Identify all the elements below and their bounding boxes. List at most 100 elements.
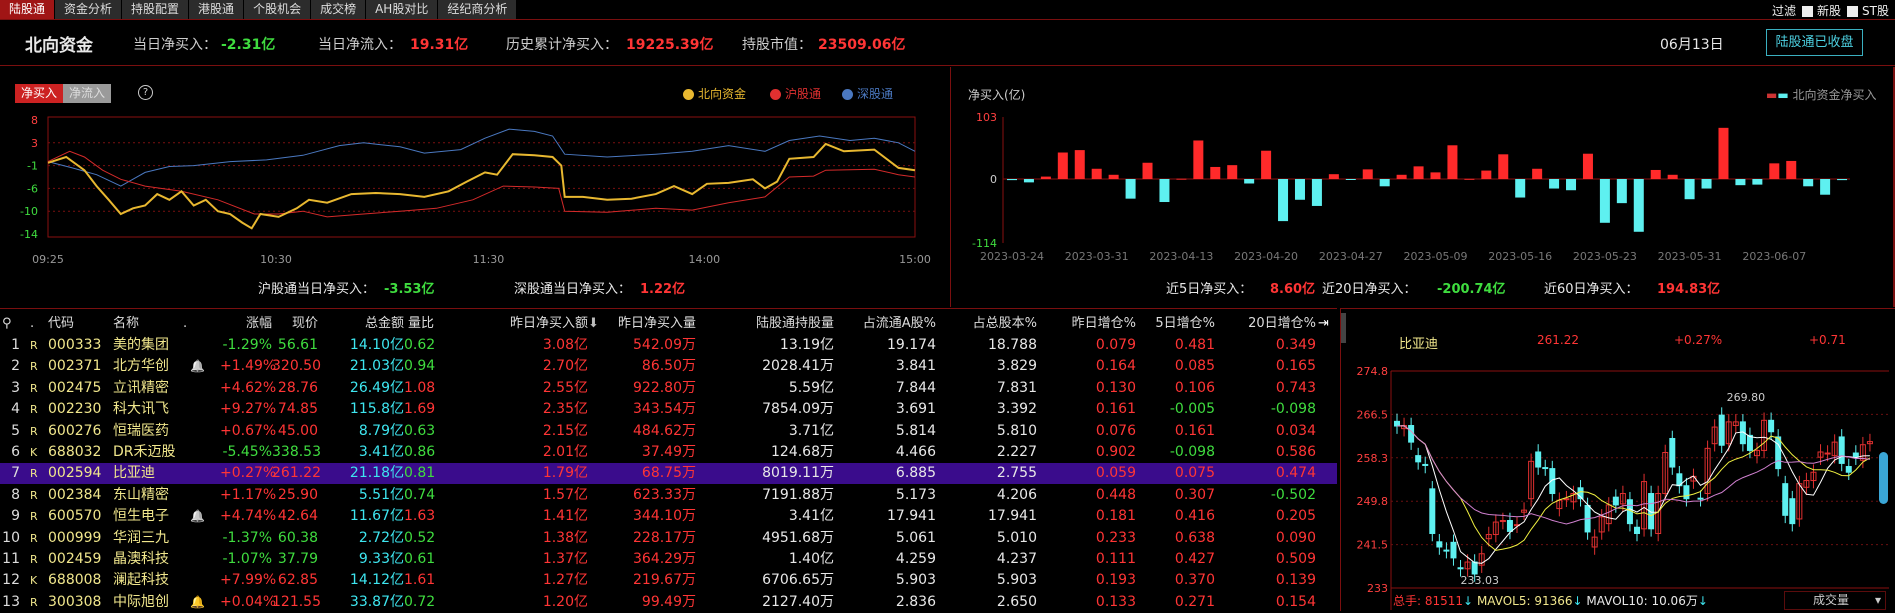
table-row[interactable]: 13 R 300308 中际旭创 +0.04% 121.55 33.87亿 0.72 1.20亿… [0, 592, 1337, 613]
tab-4[interactable]: 个股机会 [244, 0, 312, 19]
cell-pt: 18.788 [988, 337, 1037, 353]
n20-label: 近20日净买入： [1322, 282, 1417, 297]
table-row[interactable]: 3 R 002475 立讯精密 +4.62% 28.76 26.49亿 1.08 2.55亿 92… [0, 378, 1337, 399]
cell-hold: 8019.11万 [762, 465, 834, 482]
bell-icon[interactable]: 🔔 [190, 356, 206, 377]
market-closed-button[interactable]: 陆股通已收盘 [1766, 29, 1863, 56]
x-tick-label: 11:30 [473, 253, 505, 266]
candle-body [1443, 549, 1450, 552]
new-stock-checkbox[interactable]: 新股 [1802, 2, 1841, 19]
cell-pt: 4.237 [996, 551, 1037, 567]
bar [1820, 179, 1831, 195]
cell-price: 25.90 [277, 486, 318, 503]
bell-icon[interactable]: 🔔 [190, 506, 206, 527]
column-header-vr[interactable]: 量比 [404, 313, 434, 334]
net-inflow-value: 19.31亿 [410, 37, 469, 53]
column-header-price[interactable]: 现价 [272, 313, 318, 334]
cell-vr: 0.72 [404, 593, 436, 610]
sh-net-buy-label: 沪股通当日净买入： [258, 282, 376, 297]
bar [1769, 163, 1780, 179]
tab-7[interactable]: 经纪商分析 [438, 0, 518, 19]
cell-idx: 3 [11, 379, 20, 396]
tab-1[interactable]: 资金分析 [55, 0, 123, 19]
cell-name: 中际旭创 [113, 593, 169, 610]
indicator-dropdown[interactable]: 成交量 ▾ [1784, 591, 1886, 610]
st-stock-checkbox[interactable]: ST股 [1847, 2, 1889, 19]
cell-tag: R [30, 467, 38, 481]
cell-pf: 5.173 [895, 486, 936, 503]
y-tick-label: 241.5 [1357, 539, 1389, 552]
candle-body [1683, 485, 1690, 500]
bar [1701, 179, 1712, 189]
cell-chg: +1.17% [220, 486, 277, 503]
column-header-pt[interactable]: 占总股本% [940, 313, 1037, 334]
column-header-nbv[interactable]: 昨日净买入量 [590, 313, 696, 334]
column-header-code[interactable]: 代码 [48, 313, 98, 334]
cell-vr: 0.61 [404, 551, 436, 567]
column-header-i20[interactable]: 20日增仓% [1200, 313, 1316, 334]
candle-body [1852, 452, 1859, 458]
bar [1294, 179, 1305, 200]
cell-name: 恒瑞医药 [113, 422, 169, 439]
cell-i20: 0.165 [1275, 358, 1316, 375]
n60-label: 近60日净买入： [1544, 282, 1639, 297]
cell-vr: 0.63 [404, 422, 436, 439]
table-row[interactable]: 11 R 002459 晶澳科技 -1.07% 37.79 9.33亿 0.61 1.37亿 36… [0, 549, 1337, 570]
zoom-slider[interactable] [1879, 452, 1888, 504]
column-header-hold[interactable]: 陆股通持股量 [700, 313, 834, 334]
sh-net-buy-value: -3.53亿 [384, 282, 435, 297]
x-tick-label: 09:25 [32, 253, 64, 266]
table-row[interactable]: 2 R 002371 北方华创 +1.49% 320.50 21.03亿 0.94 2.70亿 8… [0, 356, 1337, 377]
cell-chg: +0.04% [220, 593, 277, 610]
tab-3[interactable]: 港股通 [189, 0, 245, 19]
tab-0[interactable]: 陆股通 [0, 0, 56, 19]
scroll-right-icon[interactable]: ⇥ [1318, 313, 1332, 334]
bar [1244, 179, 1255, 184]
cell-idx: 2 [11, 358, 20, 375]
cell-nbv: 343.54万 [633, 401, 696, 418]
cell-name: 比亚迪 [113, 465, 155, 482]
cell-vr: 0.62 [404, 337, 436, 353]
table-row[interactable]: 6 K 688032 DR禾迈股 -5.45% 338.53 3.41亿 0.86 2.01亿 3… [0, 442, 1337, 463]
cell-hold: 3.71亿 [788, 422, 834, 439]
tab-5[interactable]: 成交榜 [311, 0, 367, 19]
cell-price: 261.22 [272, 465, 321, 482]
table-row[interactable]: 5 R 600276 恒瑞医药 +0.67% 45.00 8.79亿 0.63 2.15亿 484… [0, 421, 1337, 442]
cell-name: 东山精密 [113, 486, 169, 503]
bar [1633, 179, 1644, 232]
cell-hold: 5.59亿 [788, 379, 834, 396]
cell-chg: -5.45% [222, 444, 272, 460]
table-row[interactable]: 10 R 000999 华润三九 -1.37% 60.38 2.72亿 0.52 1.38亿 22… [0, 528, 1337, 549]
bar [1193, 140, 1204, 179]
sz-net-buy-value: 1.22亿 [640, 282, 686, 297]
column-header-tag[interactable]: . [30, 313, 40, 334]
bell-icon[interactable]: 🔔 [190, 592, 206, 613]
cell-tag: K [30, 574, 38, 588]
x-tick-label: 2023-05-31 [1658, 250, 1722, 263]
n5-value: 8.60亿 [1270, 282, 1316, 297]
table-row[interactable]: 7 R 002594 比亚迪 +0.27% 261.22 21.18亿 0.81 1.79亿 68… [0, 463, 1337, 485]
column-header-chg[interactable]: 涨幅 [220, 313, 272, 334]
new-stock-label: 新股 [1817, 4, 1842, 18]
cell-name: 科大讯飞 [113, 401, 169, 418]
column-header-amount[interactable]: 总金额 [330, 313, 404, 334]
column-header-name[interactable]: 名称 [113, 313, 183, 334]
table-row[interactable]: 12 K 688008 澜起科技 +7.99% 62.85 14.12亿 1.61 1.27亿 2… [0, 570, 1337, 591]
column-header-nba[interactable]: 昨日净买入额 [470, 313, 588, 334]
cell-nba: 2.35亿 [542, 401, 588, 418]
bar [1481, 170, 1492, 179]
bar [1227, 165, 1238, 179]
search-icon[interactable]: ⚲ [2, 313, 16, 334]
tab-2[interactable]: 持股配置 [122, 0, 190, 19]
table-row[interactable]: 4 R 002230 科大讯飞 +9.27% 74.85 115.8亿 1.69 2.35亿 34… [0, 399, 1337, 420]
x-tick-label: 2023-04-13 [1149, 250, 1213, 263]
column-header-pf[interactable]: 占流通A股% [840, 313, 936, 334]
cell-name: 北方华创 [113, 358, 169, 375]
table-row[interactable]: 1 R 000333 美的集团 -1.29% 56.61 14.10亿 0.62 3.08亿 54… [0, 335, 1337, 356]
y-tick-label: -1 [27, 160, 38, 173]
table-row[interactable]: 9 R 600570 恒生电子 +4.74% 42.64 11.67亿 1.63 1.41亿 34… [0, 506, 1337, 527]
tab-6[interactable]: AH股对比 [366, 0, 439, 19]
y-tick-label: 266.5 [1357, 408, 1389, 421]
cell-pt: 4.206 [996, 486, 1037, 503]
table-row[interactable]: 8 R 002384 东山精密 +1.17% 25.90 5.51亿 0.74 1.57亿 623… [0, 485, 1337, 506]
